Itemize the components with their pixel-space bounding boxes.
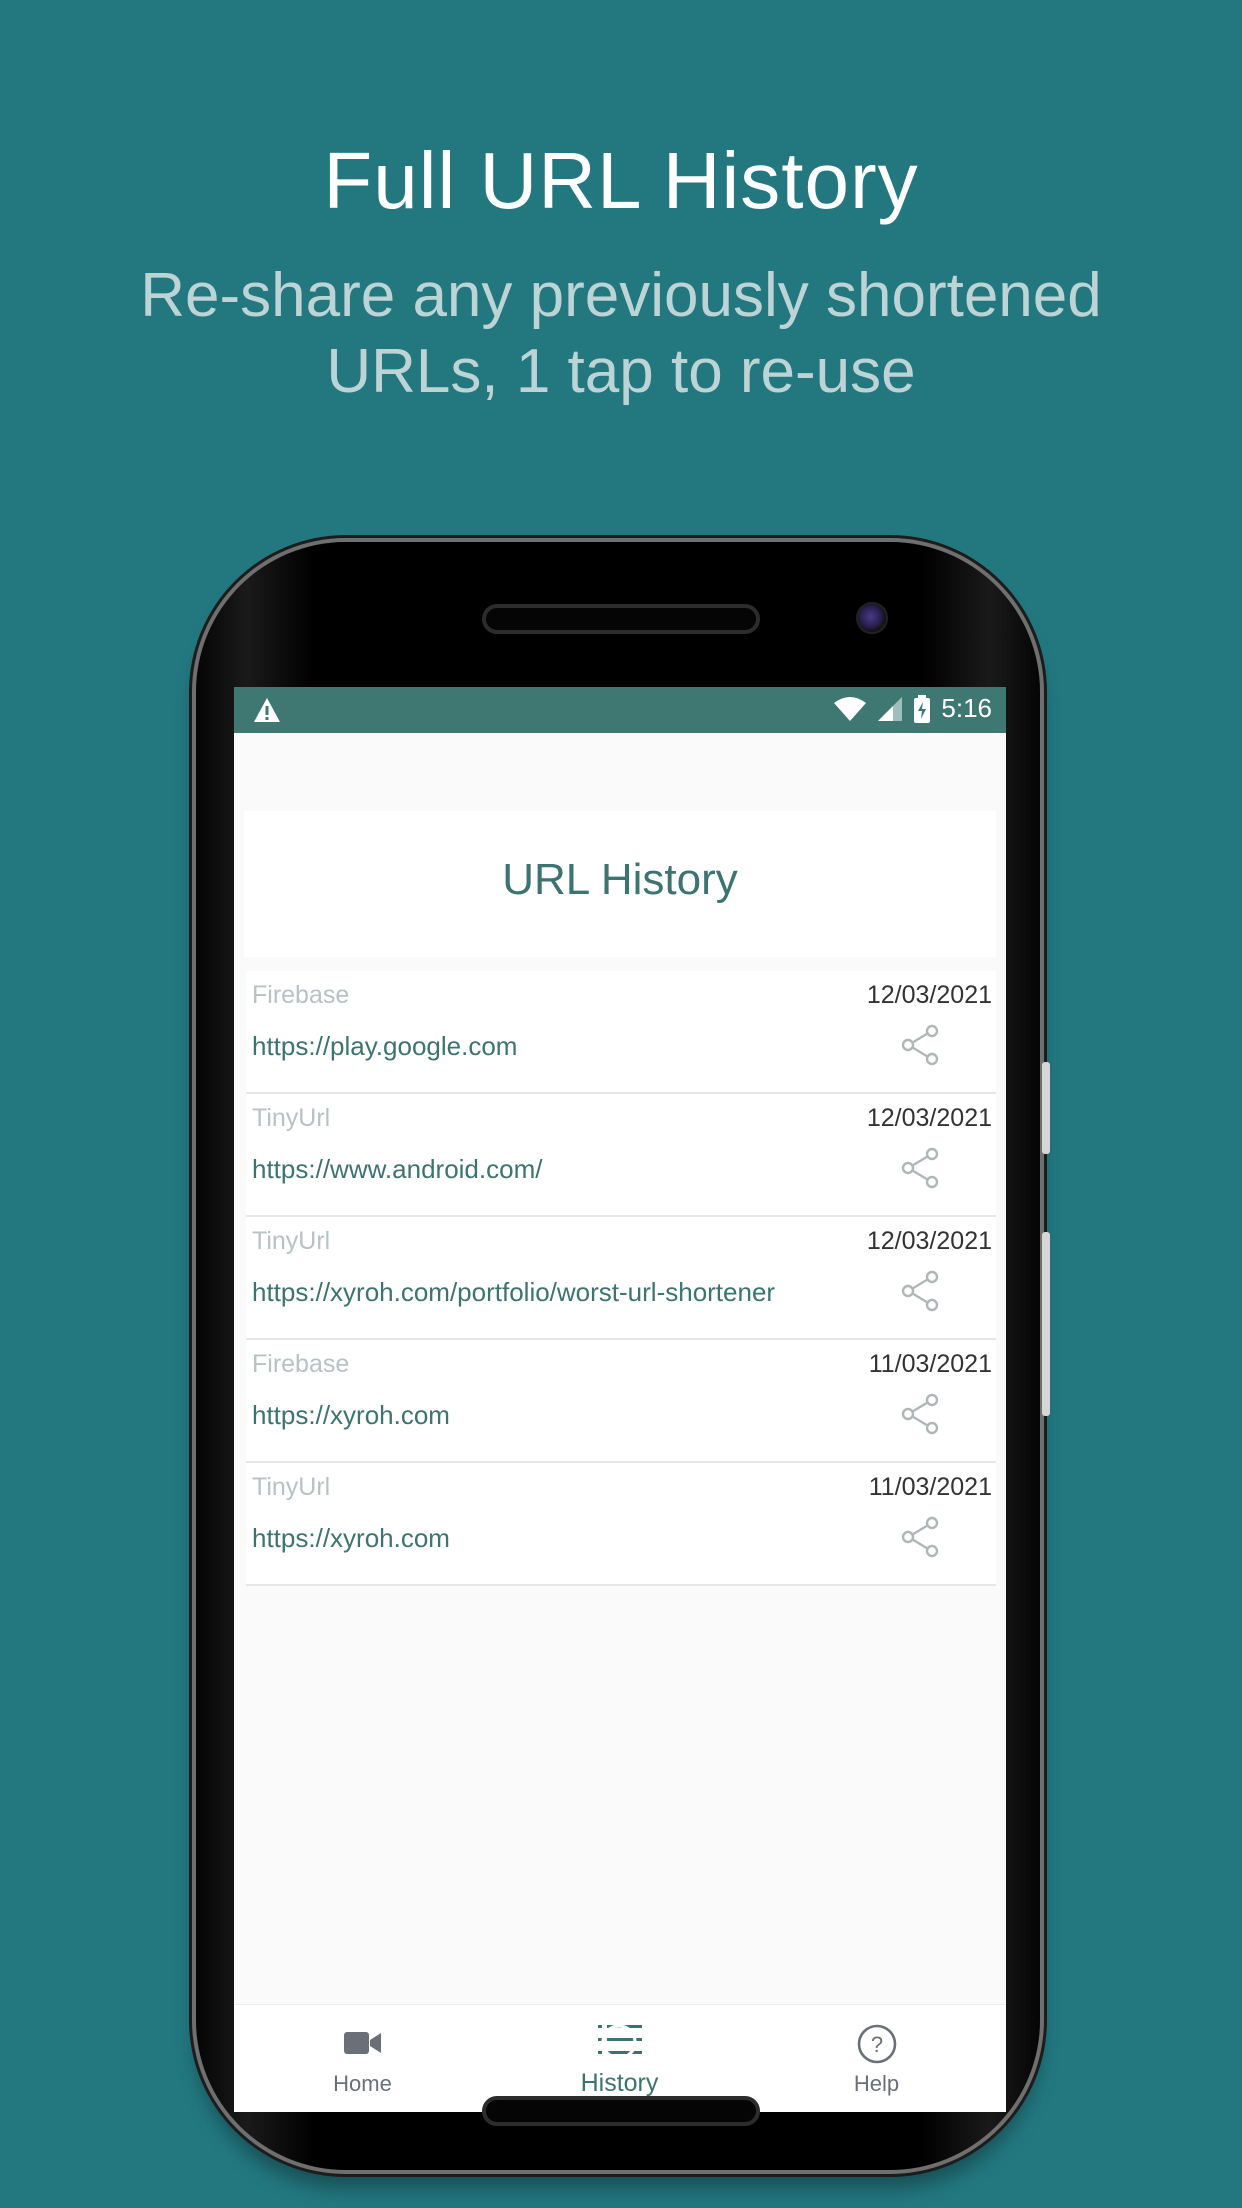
history-row-url[interactable]: https://xyroh.com bbox=[252, 1523, 450, 1554]
home-circle-icon[interactable] bbox=[600, 2023, 638, 2061]
phone-volume-button bbox=[1042, 1232, 1050, 1416]
history-row-4[interactable]: Firebase 11/03/2021 https://xyroh.com bbox=[246, 1340, 996, 1463]
history-row-service: TinyUrl bbox=[252, 1104, 331, 1132]
phone-frame: 5:16 URL History Firebase 12/03/2021 htt… bbox=[196, 542, 1050, 2170]
status-bar: 5:16 bbox=[234, 687, 1006, 733]
history-row-url[interactable]: https://play.google.com bbox=[252, 1031, 517, 1062]
title-card: URL History bbox=[244, 811, 996, 957]
promo-headline: Full URL History bbox=[323, 136, 919, 225]
promo-subline-line-1: Re-share any previously shortened bbox=[140, 261, 1102, 330]
phone-power-button bbox=[1042, 1062, 1050, 1154]
history-row-date: 12/03/2021 bbox=[866, 981, 992, 1009]
history-row-url[interactable]: https://www.android.com/ bbox=[252, 1154, 542, 1185]
nav-home[interactable]: Home bbox=[234, 2005, 491, 2112]
app-screen: 5:16 URL History Firebase 12/03/2021 htt… bbox=[234, 687, 1006, 2112]
history-row-service: TinyUrl bbox=[252, 1227, 331, 1255]
history-row-date: 12/03/2021 bbox=[866, 1227, 992, 1255]
history-row-1[interactable]: Firebase 12/03/2021 https://play.google.… bbox=[246, 971, 996, 1094]
nav-history-label: History bbox=[580, 2069, 659, 2097]
history-list: Firebase 12/03/2021 https://play.google.… bbox=[246, 971, 996, 1586]
nav-help[interactable]: ? Help bbox=[748, 2005, 1005, 2112]
promo-subline: Re-share any previously shortened URLs, … bbox=[120, 258, 1122, 410]
status-right-icons: 5:16 bbox=[833, 693, 992, 724]
share-icon[interactable] bbox=[898, 1515, 942, 1559]
history-row-url[interactable]: https://xyroh.com bbox=[252, 1400, 450, 1431]
share-icon[interactable] bbox=[898, 1392, 942, 1436]
share-icon[interactable] bbox=[898, 1269, 942, 1313]
history-row-date: 12/03/2021 bbox=[866, 1104, 992, 1132]
history-row-date: 11/03/2021 bbox=[868, 1350, 992, 1378]
history-row-service: TinyUrl bbox=[252, 1473, 331, 1501]
battery-charging-icon bbox=[914, 694, 931, 723]
history-row-date: 11/03/2021 bbox=[868, 1473, 992, 1501]
earpiece-speaker bbox=[482, 604, 760, 634]
help-icon: ? bbox=[857, 2024, 896, 2064]
history-row-url[interactable]: https://xyroh.com/portfolio/worst-url-sh… bbox=[252, 1277, 775, 1308]
page-title: URL History bbox=[502, 855, 738, 904]
svg-text:?: ? bbox=[870, 2032, 882, 2057]
wifi-icon bbox=[834, 696, 867, 721]
share-icon[interactable] bbox=[898, 1146, 942, 1190]
history-row-5[interactable]: TinyUrl 11/03/2021 https://xyroh.com bbox=[246, 1463, 996, 1586]
bottom-speaker bbox=[482, 2096, 760, 2126]
status-time: 5:16 bbox=[941, 693, 992, 723]
back-icon[interactable] bbox=[386, 2023, 418, 2061]
signal-icon bbox=[878, 696, 903, 721]
nav-home-label: Home bbox=[333, 2071, 392, 2096]
share-icon[interactable] bbox=[898, 1023, 942, 1067]
history-row-2[interactable]: TinyUrl 12/03/2021 https://www.android.c… bbox=[246, 1094, 996, 1217]
video-camera-icon bbox=[343, 2032, 381, 2054]
history-row-3[interactable]: TinyUrl 12/03/2021 https://xyroh.com/por… bbox=[246, 1217, 996, 1340]
recents-icon[interactable] bbox=[820, 2025, 854, 2059]
history-row-service: Firebase bbox=[252, 981, 350, 1009]
promo-page: Full URL History Re-share any previously… bbox=[0, 0, 1242, 2208]
promo-subline-line-2: URLs, 1 tap to re-use bbox=[326, 337, 916, 406]
history-row-service: Firebase bbox=[252, 1350, 350, 1378]
front-camera-icon bbox=[856, 602, 888, 634]
warning-icon bbox=[254, 698, 280, 722]
nav-help-label: Help bbox=[853, 2071, 900, 2096]
